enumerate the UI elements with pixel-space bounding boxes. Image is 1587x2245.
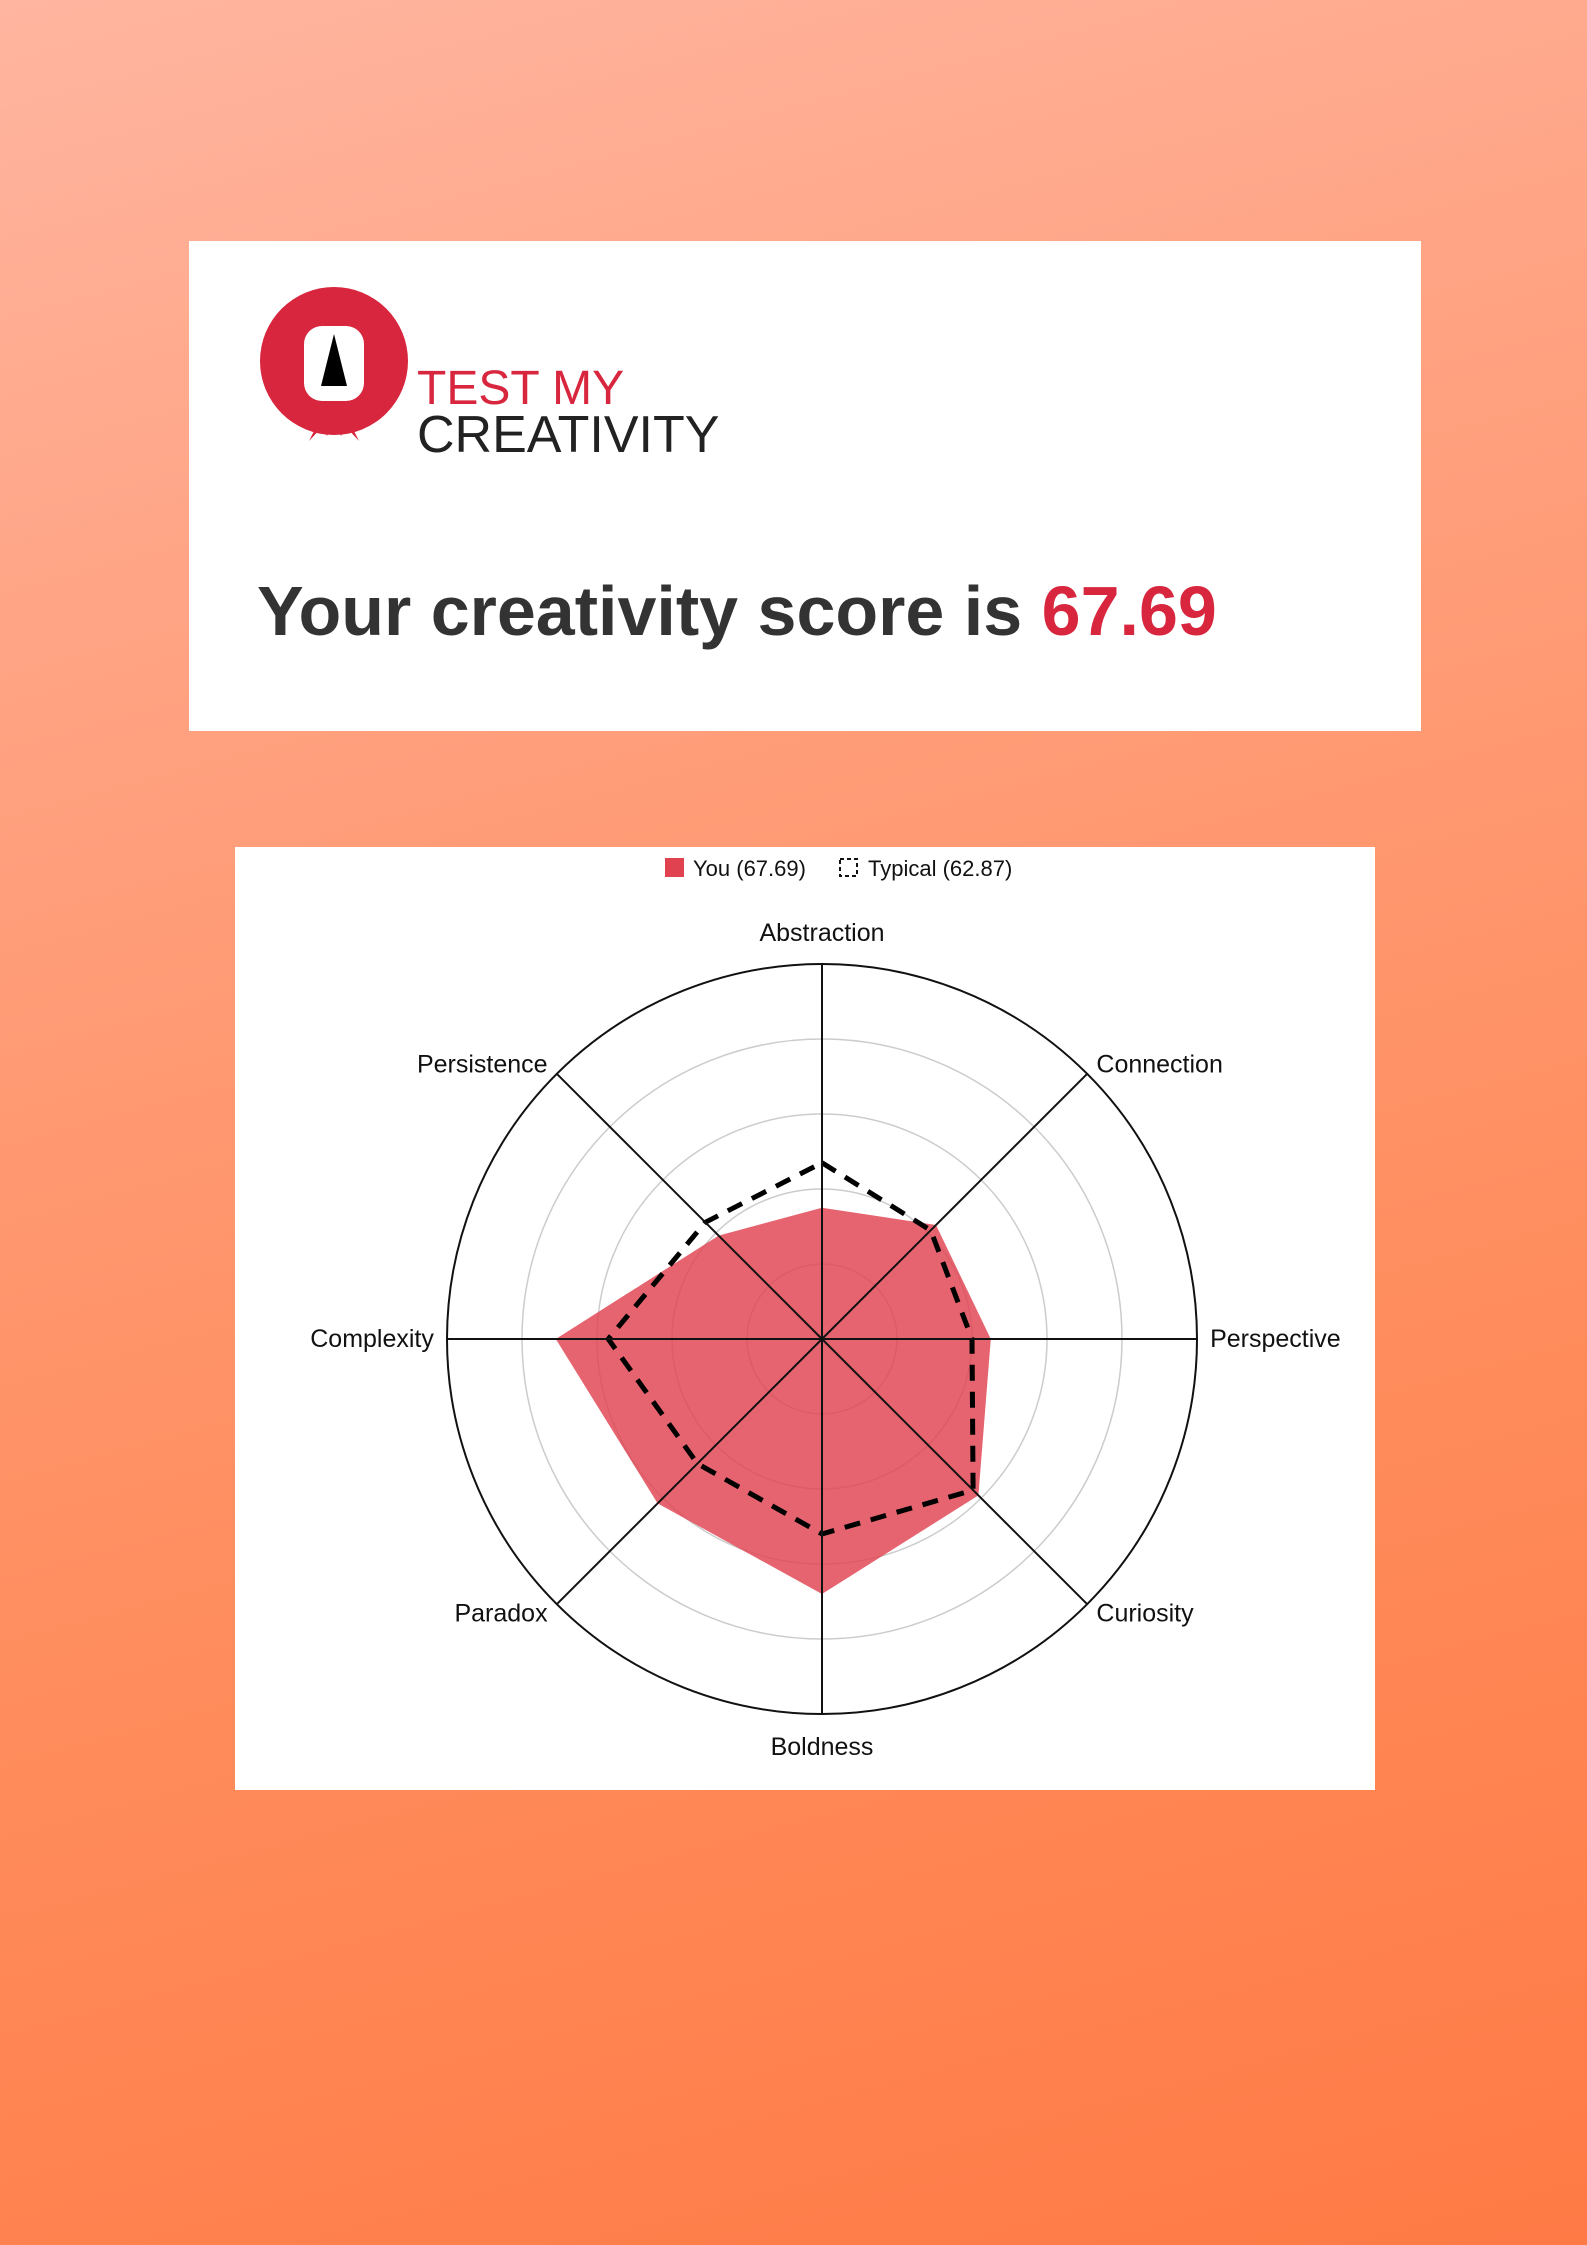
chart-legend: You (67.69) Typical (62.87) [665, 856, 1012, 881]
radar-series [555, 1160, 991, 1594]
test-my-creativity-logo-icon [260, 287, 408, 441]
axis-label-perspective: Perspective [1210, 1325, 1341, 1353]
axis-label-paradox: Paradox [454, 1599, 548, 1627]
score-headline: Your creativity score is 67.69 [257, 571, 1217, 651]
axis-label-complexity: Complexity [310, 1325, 434, 1353]
radar-spokes [447, 964, 1197, 1714]
brand-name-line-2: CREATIVITY [417, 406, 720, 464]
axis-label-persistence: Persistence [417, 1051, 548, 1079]
score-headline-text: Your creativity score is [257, 572, 1042, 650]
radar-chart: Abstraction Connection Perspective Curiosit… [310, 856, 1341, 1761]
axis-label-boldness: Boldness [771, 1733, 874, 1761]
score-card: TEST MY CREATIVITY Your creativity score… [189, 241, 1421, 731]
axis-label-connection: Connection [1096, 1051, 1222, 1079]
legend-you-swatch [665, 858, 684, 877]
axis-label-curiosity: Curiosity [1096, 1599, 1194, 1627]
legend-typical-swatch [839, 858, 858, 877]
legend-typical-label: Typical (62.87) [868, 856, 1012, 881]
series-you-area [555, 1207, 991, 1594]
axis-label-abstraction: Abstraction [759, 919, 884, 947]
creativity-score-value: 67.69 [1041, 572, 1217, 650]
radar-chart-card: Abstraction Connection Perspective Curiosit… [235, 847, 1375, 1790]
legend-you-label: You (67.69) [693, 856, 806, 881]
